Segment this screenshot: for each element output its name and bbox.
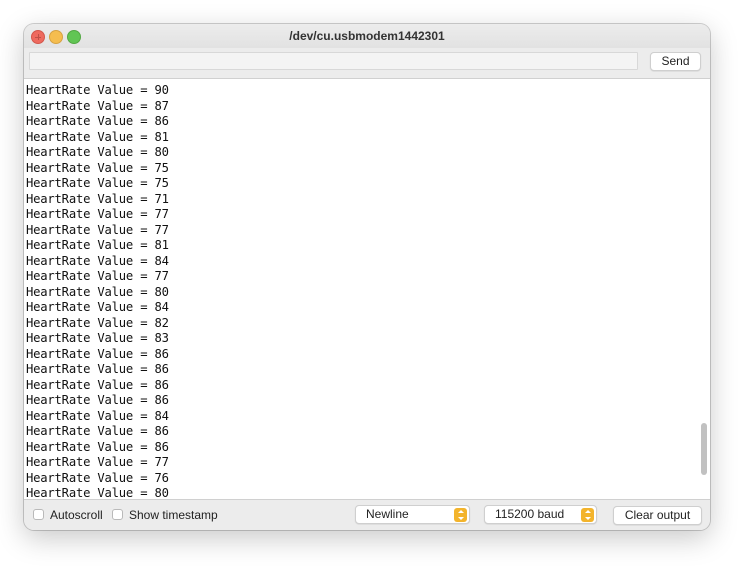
send-input[interactable] xyxy=(29,52,638,70)
show-timestamp-checkbox[interactable] xyxy=(112,509,123,520)
output-line: HeartRate Value = 83 xyxy=(26,331,169,345)
baud-rate-select[interactable]: 115200 baud xyxy=(484,505,597,524)
output-line: HeartRate Value = 84 xyxy=(26,300,169,314)
scrollbar-thumb[interactable] xyxy=(701,423,707,475)
output-line: HeartRate Value = 77 xyxy=(26,269,169,283)
output-line: HeartRate Value = 86 xyxy=(26,439,169,454)
output-line: HeartRate Value = 77 xyxy=(26,455,169,469)
clear-output-button[interactable]: Clear output xyxy=(613,506,702,525)
baud-rate-value: 115200 baud xyxy=(495,507,565,521)
autoscroll-checkbox[interactable] xyxy=(33,509,44,520)
serial-monitor-window: /dev/cu.usbmodem1442301 Send HeartRate V… xyxy=(24,24,710,530)
show-timestamp-label: Show timestamp xyxy=(129,508,218,522)
line-ending-value: Newline xyxy=(366,507,409,521)
line-ending-select[interactable]: Newline xyxy=(355,505,470,524)
serial-output[interactable]: HeartRate Value = 90 HeartRate Value = 87… xyxy=(24,78,710,500)
output-line: HeartRate Value = 80 xyxy=(26,486,169,500)
up-down-arrows-icon xyxy=(454,507,467,522)
output-line: HeartRate Value = 86 xyxy=(26,346,169,361)
output-line: HeartRate Value = 87 xyxy=(26,98,169,113)
window-title: /dev/cu.usbmodem1442301 xyxy=(289,29,445,43)
up-down-arrows-icon xyxy=(581,507,594,522)
output-line: HeartRate Value = 82 xyxy=(26,315,169,330)
output-line: HeartRate Value = 81 xyxy=(26,129,169,144)
send-button[interactable]: Send xyxy=(650,52,701,71)
output-line: HeartRate Value = 81 xyxy=(26,238,169,252)
output-line: HeartRate Value = 76 xyxy=(26,470,169,485)
output-line: HeartRate Value = 86 xyxy=(26,114,169,128)
output-line: HeartRate Value = 71 xyxy=(26,191,169,206)
output-line: HeartRate Value = 90 xyxy=(26,83,169,97)
output-line: HeartRate Value = 80 xyxy=(26,284,169,299)
output-line: HeartRate Value = 84 xyxy=(26,408,169,423)
output-line: HeartRate Value = 75 xyxy=(26,176,169,190)
output-line: HeartRate Value = 77 xyxy=(26,207,169,221)
title-bar: /dev/cu.usbmodem1442301 xyxy=(24,24,710,48)
output-line: HeartRate Value = 84 xyxy=(26,253,169,268)
output-line: HeartRate Value = 80 xyxy=(26,145,169,159)
output-lines: HeartRate Value = 90 HeartRate Value = 87… xyxy=(26,83,169,500)
output-line: HeartRate Value = 86 xyxy=(26,377,169,392)
output-line: HeartRate Value = 86 xyxy=(26,424,169,438)
output-line: HeartRate Value = 86 xyxy=(26,362,169,376)
output-line: HeartRate Value = 77 xyxy=(26,222,169,237)
output-line: HeartRate Value = 86 xyxy=(26,393,169,407)
autoscroll-label: Autoscroll xyxy=(50,508,103,522)
bottom-bar: Autoscroll Show timestamp Newline 115200… xyxy=(24,500,710,530)
output-line: HeartRate Value = 75 xyxy=(26,160,169,175)
